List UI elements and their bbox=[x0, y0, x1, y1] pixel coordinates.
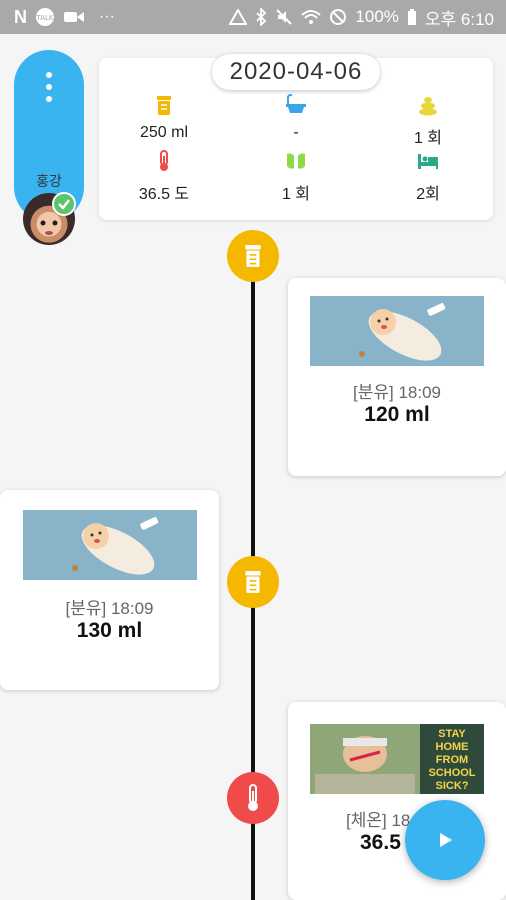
poop-icon bbox=[419, 97, 437, 116]
app-notification-icon: TALK bbox=[35, 7, 55, 27]
poop-total: 1 회 bbox=[413, 130, 443, 147]
entry-value: 120 ml bbox=[364, 403, 430, 426]
baby-bottle-illustration bbox=[310, 296, 484, 366]
bathtub-icon bbox=[286, 94, 306, 113]
temperature-value: 36.5 도 bbox=[138, 186, 190, 203]
baby-bottle-illustration bbox=[23, 510, 197, 580]
poster-line-2: HOME bbox=[436, 741, 469, 753]
poster-line-5: SICK? bbox=[436, 780, 469, 792]
sick-child-poster-illustration: STAY HOME FROM SCHOOL SICK? bbox=[310, 724, 484, 794]
bath-total: - bbox=[293, 124, 299, 141]
bed-icon bbox=[418, 154, 438, 169]
timeline-entry-card[interactable]: [분유] 18:09 130 ml bbox=[0, 490, 219, 690]
diaper-icon bbox=[287, 153, 305, 169]
n-notification-icon: N bbox=[14, 6, 27, 27]
feed-node-icon bbox=[227, 556, 279, 608]
do-not-disturb-icon bbox=[329, 8, 347, 26]
play-fab-button[interactable] bbox=[405, 800, 485, 880]
baby-name: 홍강 bbox=[36, 173, 62, 189]
entry-value: 130 ml bbox=[76, 619, 143, 642]
wifi-icon bbox=[301, 9, 322, 25]
mute-icon bbox=[275, 8, 293, 26]
feed-total: 250 ml bbox=[139, 124, 189, 141]
feed-node-icon bbox=[227, 230, 279, 282]
battery-percent: 100% bbox=[355, 7, 399, 26]
temperature-node-icon bbox=[227, 772, 279, 824]
bluetooth-icon bbox=[255, 8, 267, 26]
clock: 오후 6:10 bbox=[424, 9, 494, 29]
battery-icon bbox=[407, 8, 417, 26]
more-options-icon[interactable] bbox=[41, 72, 57, 104]
more-notifications-icon: ··· bbox=[99, 8, 115, 25]
entry-label: [분유] 18:09 bbox=[353, 383, 441, 402]
poster-line-3: FROM bbox=[436, 754, 468, 766]
sleep-total: 2회 bbox=[416, 186, 440, 203]
bottle-icon bbox=[157, 96, 171, 115]
poster-line-4: SCHOOL bbox=[428, 767, 475, 779]
diaper-total: 1 회 bbox=[281, 186, 311, 203]
play-icon bbox=[440, 833, 452, 847]
timeline-entry-card[interactable]: STAY HOME FROM SCHOOL SICK? [체온] 18 36.5 bbox=[288, 702, 506, 900]
verified-check-icon bbox=[52, 192, 76, 216]
date-selector[interactable]: 2020-04-06 bbox=[212, 54, 380, 90]
entry-label: [분유] 18:09 bbox=[65, 599, 154, 618]
timeline-entry-card[interactable]: [분유] 18:09 120 ml bbox=[288, 278, 506, 476]
thermometer-icon bbox=[160, 150, 168, 171]
video-camera-icon bbox=[63, 9, 85, 25]
status-bar: N TALK ··· 100% 오후 6:10 bbox=[0, 0, 506, 34]
warning-icon bbox=[229, 9, 248, 25]
poster-line-1: STAY bbox=[438, 728, 466, 740]
baby-profile[interactable]: 홍강 bbox=[14, 50, 84, 245]
svg-text:TALK: TALK bbox=[35, 14, 53, 22]
